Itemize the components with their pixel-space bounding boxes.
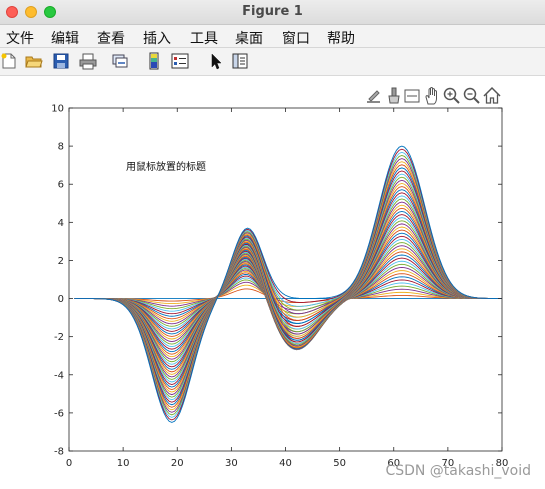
y-tick-label: 6 [58, 180, 64, 191]
x-tick-label: 0 [66, 458, 72, 469]
x-tick-label: 30 [225, 458, 238, 469]
y-tick-label: -8 [54, 447, 64, 458]
y-tick-label: 2 [58, 256, 64, 267]
y-tick-label: 10 [51, 104, 64, 115]
x-tick-label: 10 [117, 458, 130, 469]
y-tick-label: -2 [54, 332, 64, 343]
y-tick-label: 0 [58, 294, 64, 305]
x-tick-label: 20 [171, 458, 184, 469]
y-tick-label: 8 [58, 142, 64, 153]
y-tick-label: 4 [58, 218, 64, 229]
x-tick-label: 40 [279, 458, 292, 469]
watermark-text: CSDN @takashi_void [385, 463, 531, 479]
plot-area[interactable]: 0 10 20 30 40 50 60 70 80 -8-6-4-20246810 [0, 0, 545, 489]
y-tick-label: -6 [54, 408, 64, 419]
x-tick-label: 50 [333, 458, 346, 469]
placed-title-annotation[interactable]: 用鼠标放置的标题 [126, 158, 206, 173]
y-tick-label: -4 [54, 370, 64, 381]
